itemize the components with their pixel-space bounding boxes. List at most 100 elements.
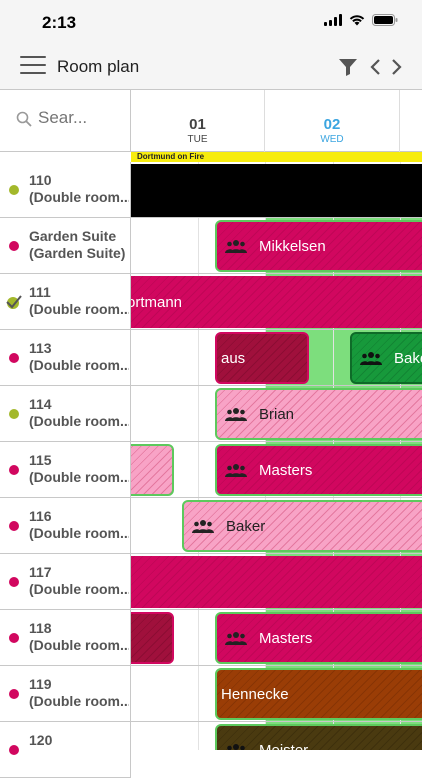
room-type: (Double room... [29, 637, 129, 653]
room-number: Garden Suite [29, 228, 117, 244]
grid-row-line [131, 217, 422, 218]
grid-row-line [131, 385, 422, 386]
room-status-dot [9, 465, 19, 475]
room-label: 114 (Double room... [29, 396, 129, 430]
date-column-02[interactable]: 02 WED [265, 90, 400, 152]
room-type: (Double room... [29, 693, 129, 709]
room-number: 117 [29, 564, 52, 580]
booking-guest: Brian [259, 405, 295, 423]
booking-guest: aus [221, 349, 246, 367]
search-icon [16, 111, 32, 127]
room-number: 118 [29, 620, 52, 636]
room-number: 120 [29, 732, 53, 748]
booking-block[interactable] [131, 556, 422, 608]
room-row-119[interactable]: 119 (Double room... [0, 666, 131, 722]
room-row-113[interactable]: 113 (Double room... [0, 330, 131, 386]
grid-row-line [131, 721, 422, 722]
booking-block[interactable]: aus [215, 332, 309, 384]
booking-block[interactable]: Mikkelsen [215, 220, 422, 272]
grid-row-line [131, 329, 422, 330]
blocked-period[interactable] [131, 164, 422, 217]
chevron-left-icon[interactable] [368, 57, 382, 77]
room-label: Garden Suite (Garden Suite) [29, 228, 129, 262]
room-status-dot [9, 633, 19, 643]
room-row-garden-suite[interactable]: Garden Suite (Garden Suite) [0, 218, 131, 274]
room-type: (Double room... [29, 525, 129, 541]
booking-guest: Meister [259, 741, 309, 751]
search-input[interactable] [38, 108, 126, 128]
booking-block[interactable]: ortmann [131, 276, 422, 328]
room-number: 113 [29, 340, 52, 356]
room-label: 118 (Double room... [29, 620, 129, 654]
room-number: 111 [29, 284, 51, 300]
room-status-dot [9, 185, 19, 195]
room-type: (Double room... [29, 469, 129, 485]
group-icon [225, 464, 247, 477]
filter-icon[interactable] [338, 57, 358, 77]
room-row-120[interactable]: 120 [0, 722, 131, 778]
room-type: (Double room... [29, 413, 129, 429]
room-status-dot [9, 689, 19, 699]
booking-block[interactable]: Baker [182, 500, 422, 552]
room-label: 115 (Double room... [29, 452, 129, 486]
grid-row-line [131, 553, 422, 554]
booking-block[interactable]: Meister [215, 724, 422, 750]
room-label: 113 (Double room... [29, 340, 129, 374]
room-label: 116 (Double room... [29, 508, 129, 542]
grid-row-line [131, 609, 422, 610]
status-time: 2:13 [42, 13, 77, 32]
room-status-dot [9, 521, 19, 531]
room-row-116[interactable]: 116 (Double room... [0, 498, 131, 554]
room-row-111[interactable]: 111 (Double room... [0, 274, 131, 330]
booking-block[interactable]: Masters [215, 444, 422, 496]
room-type: (Double room... [29, 189, 129, 205]
grid-row-line [131, 665, 422, 666]
booking-guest: Masters [259, 461, 313, 479]
room-type: (Double room... [29, 301, 129, 317]
wifi-icon [349, 15, 365, 26]
room-row-118[interactable]: 118 (Double room... [0, 610, 131, 666]
date-weekday: WED [320, 134, 344, 145]
status-bar: 2:13 [0, 0, 422, 44]
room-label: 110 (Double room... [29, 172, 129, 206]
group-icon [225, 240, 247, 253]
room-number: 115 [29, 452, 52, 468]
room-status-dot [9, 577, 19, 587]
booking-block[interactable] [131, 444, 174, 496]
room-row-110[interactable]: 110 (Double room... [0, 162, 131, 218]
booking-guest: Masters [259, 629, 313, 647]
app-bar: Room plan [0, 44, 422, 90]
booking-block[interactable]: Bake [350, 332, 422, 384]
room-number: 110 [29, 172, 52, 188]
chevron-right-icon[interactable] [390, 57, 404, 77]
room-type: (Garden Suite) [29, 245, 126, 261]
room-search [0, 90, 131, 152]
room-row-115[interactable]: 115 (Double room... [0, 442, 131, 498]
room-row-114[interactable]: 114 (Double room... [0, 386, 131, 442]
event-banner[interactable]: Dortmund on Fire [131, 152, 422, 162]
battery-icon [372, 14, 398, 26]
booking-block[interactable] [131, 612, 174, 664]
status-icons [324, 14, 398, 26]
room-label: 120 [29, 732, 129, 749]
group-icon [225, 408, 247, 421]
group-icon [227, 744, 245, 750]
hamburger-menu-icon[interactable] [20, 56, 46, 76]
room-row-117[interactable]: 117 (Double room... [0, 554, 131, 610]
booking-block[interactable]: Masters [215, 612, 422, 664]
date-column-01[interactable]: 01 TUE [131, 90, 265, 152]
grid-row-line [131, 441, 422, 442]
grid-column-line [198, 162, 199, 750]
grid-row-line [131, 497, 422, 498]
room-status-dot [9, 353, 19, 363]
booking-guest: ortmann [131, 293, 183, 311]
booking-block[interactable]: Brian [215, 388, 422, 440]
group-icon [360, 352, 382, 365]
booking-block[interactable]: Hennecke [215, 668, 422, 720]
room-status-dot [9, 745, 19, 755]
booking-guest: Baker [226, 517, 266, 535]
room-label: 117 (Double room... [29, 564, 129, 598]
date-number: 02 [323, 116, 341, 133]
checkmark-icon [6, 295, 22, 309]
room-type: (Double room... [29, 581, 129, 597]
